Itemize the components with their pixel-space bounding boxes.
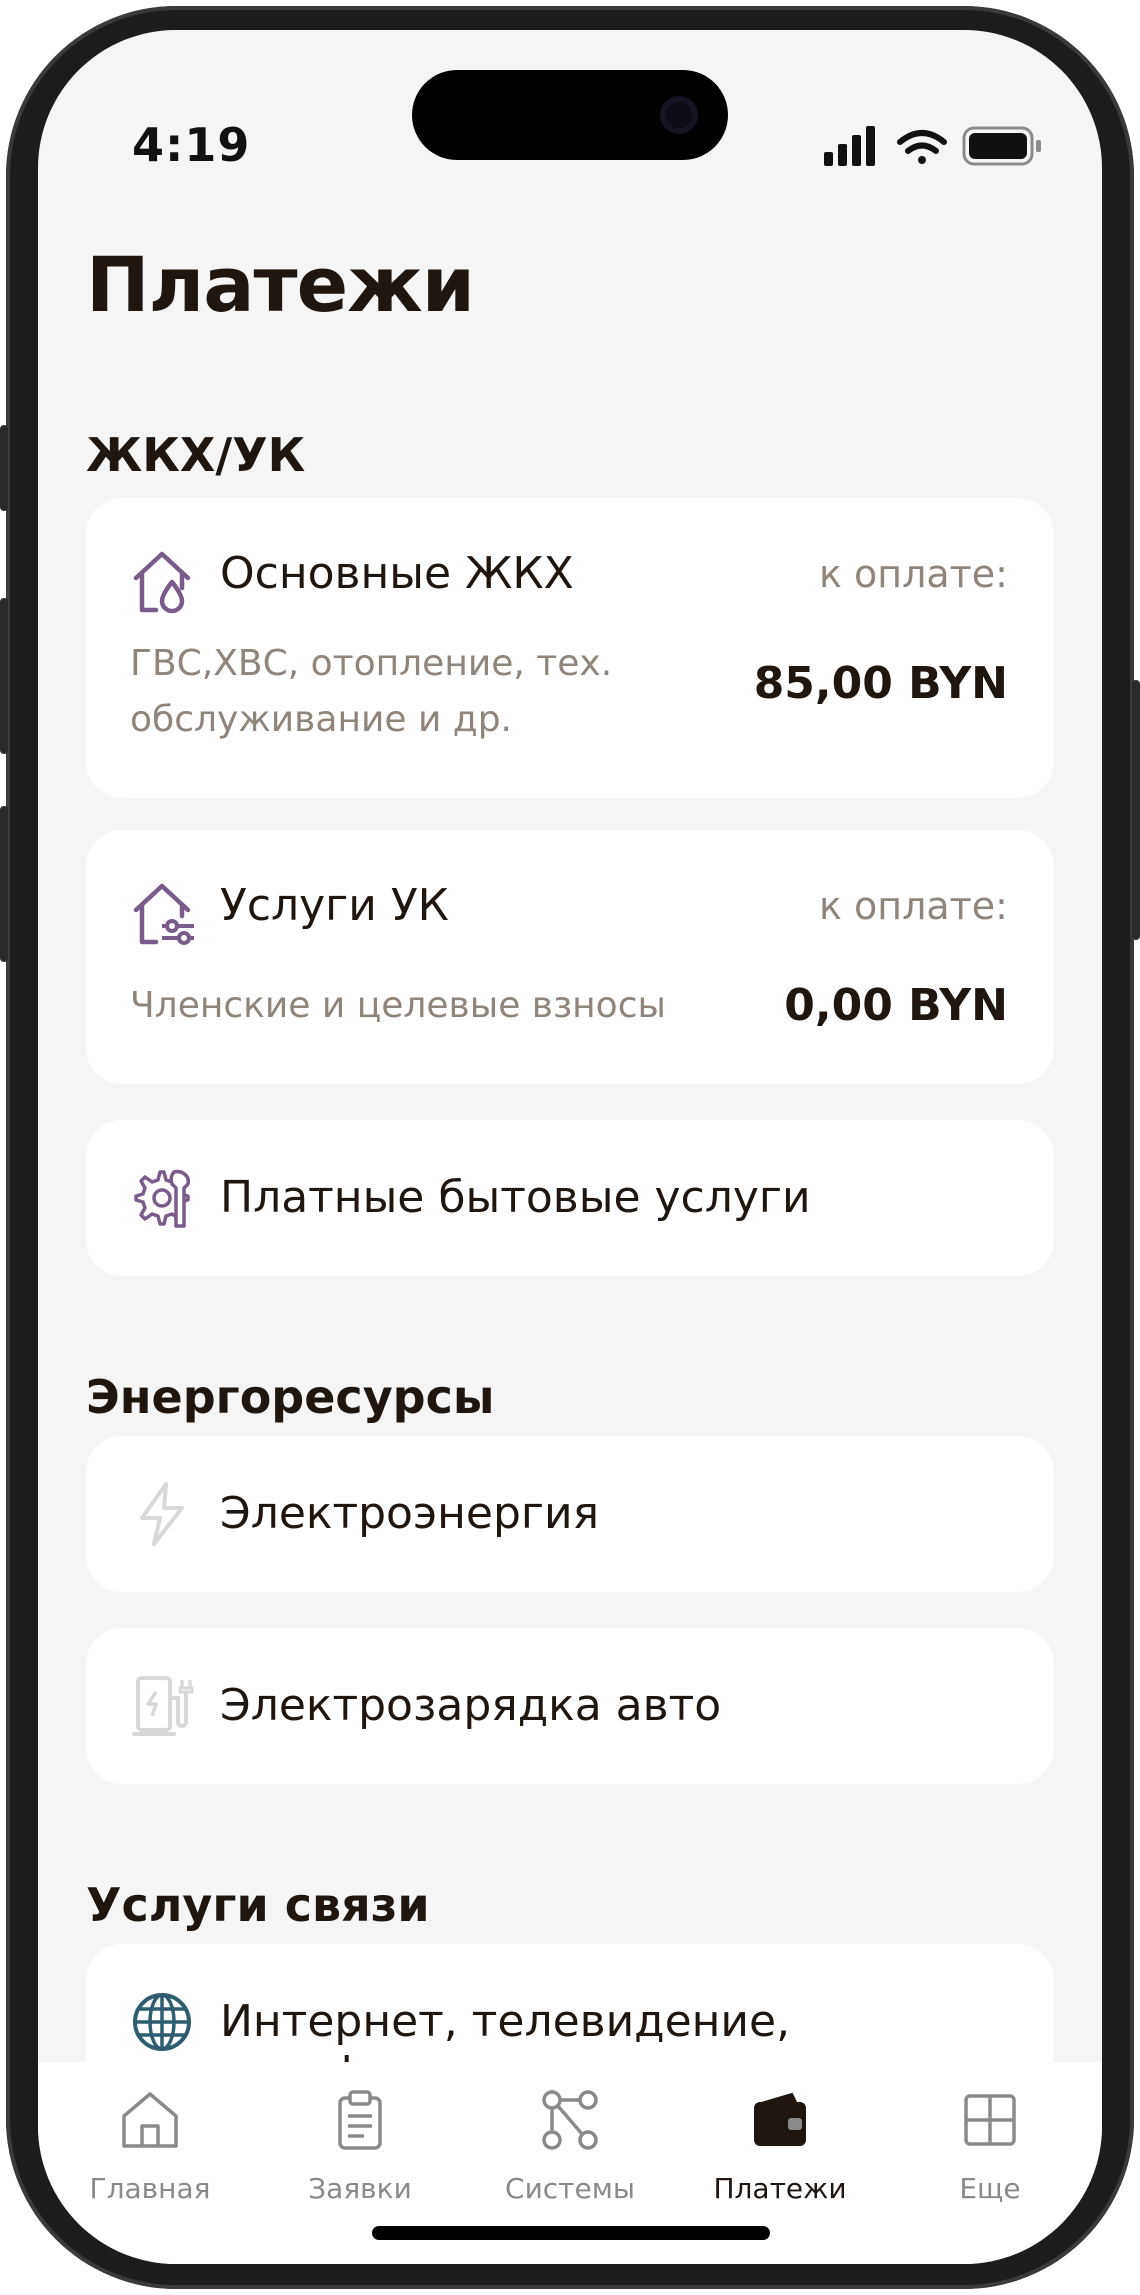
card-housing-main-due-label: к оплате: [818, 552, 1008, 596]
grid-icon [964, 2094, 1016, 2146]
card-management-title: Услуги УК [220, 880, 449, 931]
card-household-services-title: Платные бытовые услуги [220, 1172, 811, 1223]
section-title-housing: ЖКХ/УК [86, 428, 306, 482]
tab-systems-label: Системы [505, 2172, 635, 2205]
power-button [1132, 680, 1140, 940]
card-electricity[interactable]: Электроэнергия [86, 1436, 1054, 1592]
app-screen: 4:19 Платежи ЖКХ/УК Основные ЖКХ к оплат… [38, 30, 1102, 2264]
tab-requests-label: Заявки [308, 2172, 412, 2205]
card-management-due-label: к оплате: [818, 884, 1008, 928]
nodes-icon [542, 2090, 598, 2150]
signal-icon [824, 126, 875, 166]
tab-home-label: Главная [89, 2172, 211, 2205]
card-housing-main-subtitle-line1: ГВС,ХВС, отопление, тех. [130, 643, 613, 684]
card-electricity-title: Электроэнергия [220, 1488, 600, 1539]
status-icons [824, 126, 1041, 166]
action-button [0, 425, 8, 511]
tab-systems[interactable]: Системы [470, 2074, 670, 2214]
card-ev-charging[interactable]: Электрозарядка авто [86, 1628, 1054, 1784]
tab-home[interactable]: Главная [50, 2074, 250, 2214]
house-drop-icon [133, 551, 191, 614]
card-management-amount: 0,00 BYN [784, 980, 1008, 1031]
ev-charger-icon [132, 1676, 194, 1736]
dynamic-island [412, 70, 728, 160]
tab-payments[interactable]: Платежи [680, 2074, 880, 2214]
page-title: Платежи [86, 240, 475, 329]
lightning-icon [140, 1482, 184, 1546]
home-indicator[interactable] [372, 2226, 770, 2240]
tab-more-label: Еще [959, 2172, 1021, 2205]
card-housing-main-amount: 85,00 BYN [753, 658, 1008, 709]
home-icon [122, 2092, 178, 2148]
tab-requests[interactable]: Заявки [260, 2074, 460, 2214]
section-title-energy: Энергоресурсы [86, 1370, 495, 1424]
section-title-telecom: Услуги связи [86, 1878, 430, 1932]
card-housing-main-subtitle-line2: обслуживание и др. [130, 699, 512, 740]
front-camera [660, 96, 698, 134]
tab-payments-label: Платежи [713, 2172, 847, 2205]
status-time: 4:19 [132, 118, 251, 172]
card-housing-main-title: Основные ЖКХ [220, 548, 574, 599]
tab-bar: Главная Заявки Системы Платежи Еще [38, 2062, 1102, 2264]
volume-up-button [0, 598, 8, 754]
tab-more[interactable]: Еще [890, 2074, 1090, 2214]
wallet-icon [754, 2092, 806, 2146]
card-management[interactable]: Услуги УК к оплате: Членские и целевые в… [86, 830, 1054, 1084]
globe-icon [133, 1993, 191, 2051]
clipboard-icon [338, 2090, 382, 2150]
card-housing-main[interactable]: Основные ЖКХ к оплате: ГВС,ХВС, отоплени… [86, 498, 1054, 798]
volume-down-button [0, 806, 8, 962]
battery-icon [962, 126, 1041, 166]
card-management-subtitle: Членские и целевые взносы [130, 985, 666, 1026]
house-settings-icon [133, 883, 194, 945]
card-household-services[interactable]: Платные бытовые услуги [86, 1120, 1054, 1276]
gear-wrench-icon [134, 1169, 191, 1228]
card-ev-charging-title: Электрозарядка авто [220, 1680, 722, 1731]
wifi-icon [897, 130, 947, 164]
